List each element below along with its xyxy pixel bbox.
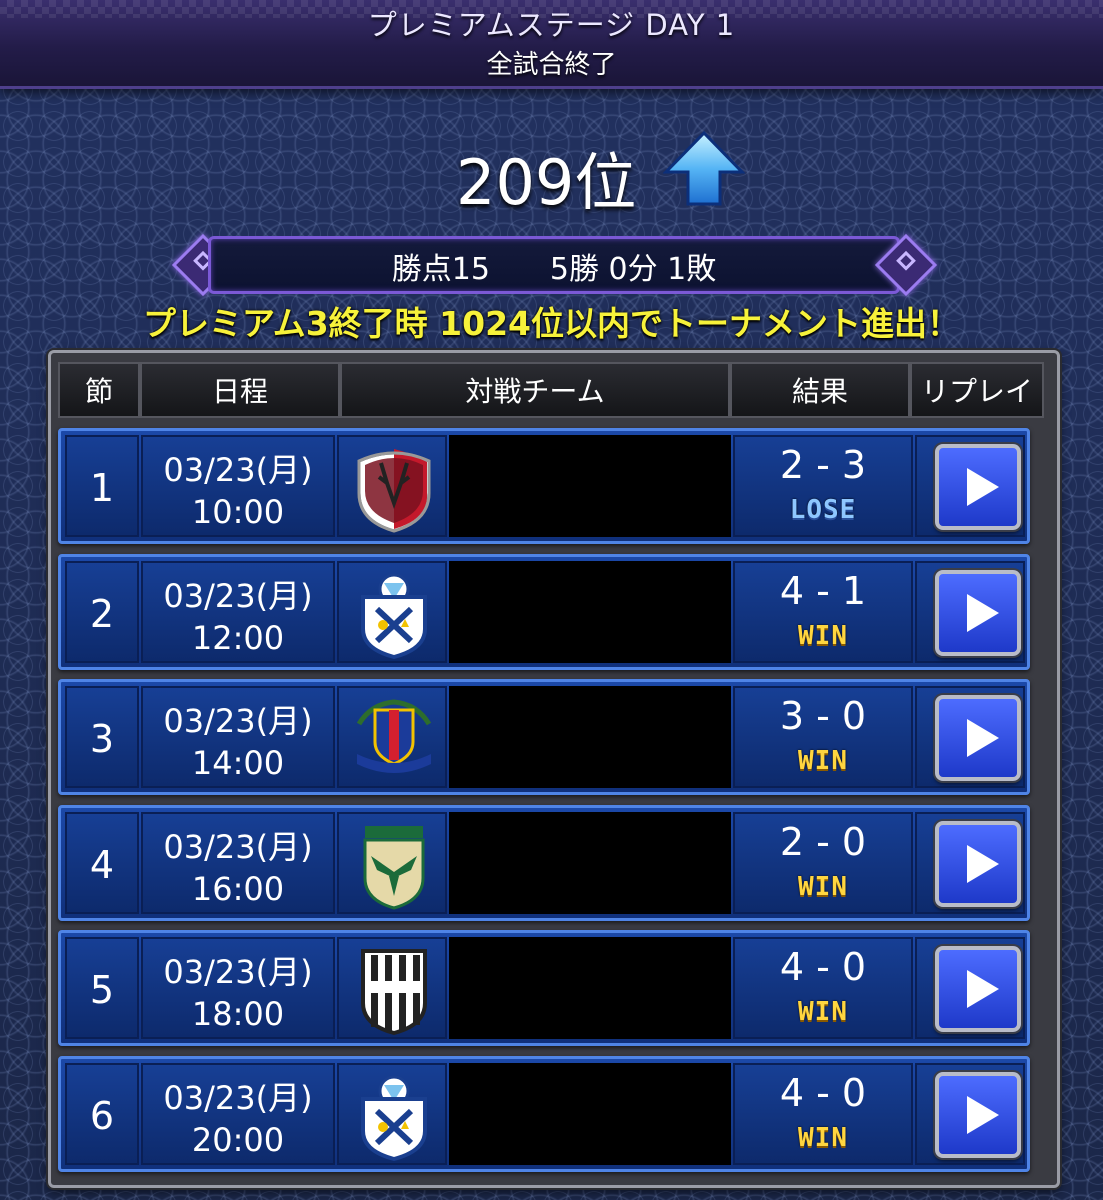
kashima-antlers-crest-icon	[351, 443, 437, 533]
header-result: 結果	[730, 362, 910, 418]
table-row: 5 03/23(月) 18:00 4 - 0 WIN	[58, 930, 1030, 1046]
match-schedule: 03/23(月) 12:00	[141, 560, 335, 663]
qualification-notice: プレミアム3終了時 1024位以内でトーナメント進出！	[143, 304, 960, 343]
match-date: 03/23(月)	[163, 1078, 313, 1117]
match-result: 2 - 0 WIN	[733, 811, 913, 914]
match-date: 03/23(月)	[163, 702, 313, 740]
opponent-name-redacted	[449, 435, 731, 537]
play-icon	[967, 844, 999, 883]
opponent-crest-cell	[337, 937, 447, 1039]
match-result: 2 - 3 LOSE	[733, 435, 913, 537]
rank-value: 209位	[456, 146, 637, 219]
header-opponent: 対戦チーム	[340, 362, 730, 418]
match-score: 2 - 0	[779, 819, 867, 864]
round-number: 2	[65, 560, 139, 663]
replay-cell	[915, 560, 1025, 663]
play-icon	[967, 1095, 999, 1134]
match-outcome: WIN	[798, 871, 848, 902]
opponent-crest-cell	[337, 560, 447, 663]
up-arrow-icon	[663, 130, 745, 206]
table-row: 6 03/23(月) 20:00 4 - 0 WIN	[58, 1055, 1030, 1172]
table-header: 節 日程 対戦チーム 結果 リプレイ	[58, 362, 1044, 418]
match-result: 3 - 0 WIN	[733, 686, 913, 788]
jubilo-iwata-crest-icon	[351, 1071, 437, 1161]
opponent-name-redacted	[449, 937, 731, 1039]
match-result: 4 - 0 WIN	[733, 1062, 913, 1165]
match-schedule: 03/23(月) 18:00	[141, 937, 335, 1039]
table-row: 3 03/23(月) 14:00 3 - 0 WIN	[58, 679, 1030, 795]
match-result: 4 - 0 WIN	[733, 937, 913, 1039]
match-score: 4 - 1	[779, 568, 867, 613]
match-score: 3 - 0	[779, 694, 867, 738]
match-outcome: WIN	[798, 620, 848, 651]
opponent-crest-cell	[337, 435, 447, 537]
replay-button[interactable]	[935, 946, 1021, 1032]
opponent-name-redacted	[449, 560, 731, 663]
match-schedule: 03/23(月) 20:00	[141, 1062, 335, 1165]
table-row: 1 03/23(月) 10:00 2 - 3 LOSE	[58, 428, 1030, 544]
round-number: 6	[65, 1062, 139, 1165]
match-score: 2 - 3	[779, 443, 867, 487]
match-date: 03/23(月)	[163, 953, 313, 991]
tokyo-verdy-crest-icon	[351, 820, 437, 910]
replay-cell	[915, 686, 1025, 788]
header-bar: プレミアムステージ DAY 1 全試合終了	[0, 0, 1103, 89]
opponent-crest-cell	[337, 686, 447, 788]
match-result: 4 - 1 WIN	[733, 560, 913, 663]
table-row: 2 03/23(月) 12:00 4 - 1 WIN	[58, 553, 1030, 670]
match-score: 4 - 0	[779, 945, 867, 989]
opponent-crest-cell	[337, 811, 447, 914]
match-schedule: 03/23(月) 14:00	[141, 686, 335, 788]
header-replay: リプレイ	[910, 362, 1044, 418]
match-outcome: LOSE	[789, 495, 857, 525]
replay-button[interactable]	[935, 444, 1021, 530]
play-icon	[967, 719, 999, 757]
points-summary-text: 勝点15 5勝 0分 1敗	[391, 252, 717, 287]
stage-status: 全試合終了	[486, 50, 617, 80]
header-round: 節	[58, 362, 140, 418]
match-date: 03/23(月)	[163, 451, 313, 489]
replay-button[interactable]	[935, 569, 1021, 656]
play-icon	[967, 468, 999, 506]
yokohama-marinos-crest-icon	[351, 694, 437, 784]
round-number: 3	[65, 686, 139, 788]
jubilo-iwata-crest-icon	[351, 569, 437, 659]
match-schedule: 03/23(月) 16:00	[141, 811, 335, 914]
match-date: 03/23(月)	[163, 827, 313, 866]
replay-button[interactable]	[935, 695, 1021, 781]
match-time: 20:00	[191, 1120, 285, 1159]
match-time: 18:00	[191, 995, 285, 1033]
stage-title: プレミアムステージ DAY 1	[367, 8, 736, 42]
vissel-kobe-crest-icon	[351, 945, 437, 1036]
round-number: 5	[65, 937, 139, 1039]
match-time: 12:00	[191, 618, 285, 657]
match-schedule: 03/23(月) 10:00	[141, 435, 335, 537]
replay-button[interactable]	[935, 1071, 1021, 1158]
match-outcome: WIN	[798, 746, 848, 776]
match-outcome: WIN	[798, 1122, 848, 1153]
match-time: 14:00	[191, 744, 285, 782]
round-number: 4	[65, 811, 139, 914]
header-schedule: 日程	[140, 362, 340, 418]
replay-cell	[915, 1062, 1025, 1165]
replay-button[interactable]	[935, 820, 1021, 907]
opponent-name-redacted	[449, 811, 731, 914]
match-date: 03/23(月)	[163, 576, 313, 615]
play-icon	[967, 970, 999, 1008]
round-number: 1	[65, 435, 139, 537]
replay-cell	[915, 811, 1025, 914]
opponent-crest-cell	[337, 1062, 447, 1165]
table-row: 4 03/23(月) 16:00 2 - 0 WIN	[58, 804, 1030, 921]
points-summary-bar: 勝点15 5勝 0分 1敗	[208, 236, 900, 294]
replay-cell	[915, 435, 1025, 537]
play-icon	[967, 593, 999, 632]
match-outcome: WIN	[798, 997, 848, 1027]
match-time: 10:00	[191, 493, 285, 531]
match-time: 16:00	[191, 869, 285, 908]
replay-cell	[915, 937, 1025, 1039]
opponent-name-redacted	[449, 686, 731, 788]
opponent-name-redacted	[449, 1062, 731, 1165]
match-score: 4 - 0	[779, 1070, 867, 1115]
